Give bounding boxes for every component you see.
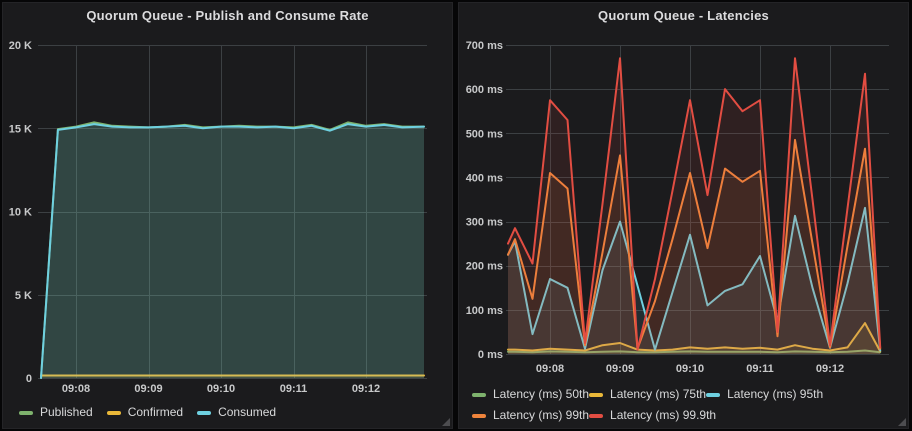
x-tick-label: 09:10: [676, 363, 704, 375]
legend-label: Latency (ms) 99th: [493, 405, 589, 426]
y-tick-label: 700 ms: [466, 40, 503, 52]
y-tick-label: 0 ms: [478, 349, 503, 361]
legend-swatch: [197, 411, 211, 415]
dashboard: Quorum Queue - Publish and Consume Rate …: [0, 0, 912, 431]
legend-swatch: [706, 393, 720, 397]
x-tick-label: 09:11: [280, 383, 308, 395]
legend-swatch: [589, 393, 603, 397]
legend-item-latency-ms-99th[interactable]: Latency (ms) 99th: [472, 405, 589, 426]
legend-swatch: [472, 414, 486, 418]
series-area: [41, 124, 424, 378]
legend-label: Published: [40, 402, 93, 423]
x-tick-label: 09:09: [606, 363, 634, 375]
y-tick-label: 0: [26, 373, 32, 385]
y-tick-label: 200 ms: [466, 261, 503, 273]
legend-label: Latency (ms) 99.9th: [610, 405, 716, 426]
y-tick-label: 300 ms: [466, 217, 503, 229]
legend: Published Confirmed Consumed: [19, 402, 439, 423]
y-tick-label: 20 K: [9, 40, 32, 52]
legend-item-published[interactable]: Published: [19, 402, 93, 423]
legend-item-latency-ms-50th[interactable]: Latency (ms) 50th: [472, 384, 589, 405]
latency-chart-canvas[interactable]: 0 ms 100 ms 200 ms 300 ms 400 ms 500 ms 600 ms…: [459, 3, 908, 428]
legend-item-latency-ms-99-9th[interactable]: Latency (ms) 99.9th: [589, 405, 716, 426]
legend-label: Latency (ms) 95th: [727, 384, 823, 405]
x-tick-label: 09:12: [352, 383, 380, 395]
y-tick-label: 5 K: [15, 290, 32, 302]
x-tick-label: 09:09: [134, 383, 162, 395]
x-tick-label: 09:12: [816, 363, 844, 375]
y-tick-label: 400 ms: [466, 172, 503, 184]
legend-item-consumed[interactable]: Consumed: [197, 402, 276, 423]
panel-publish-consume-rate: Quorum Queue - Publish and Consume Rate …: [2, 2, 453, 429]
y-tick-label: 100 ms: [466, 305, 503, 317]
legend-label: Consumed: [218, 402, 276, 423]
rate-chart-canvas[interactable]: 0 5 K 10 K 15 K 20 K 09:08 09:09 09:10 09:11 09:1…: [3, 3, 452, 428]
y-tick-label: 500 ms: [466, 128, 503, 140]
legend-label: Latency (ms) 50th: [493, 384, 589, 405]
y-tick-label: 10 K: [9, 207, 32, 219]
legend-item-latency-ms-75th[interactable]: Latency (ms) 75th: [589, 384, 706, 405]
x-tick-label: 09:08: [536, 363, 564, 375]
legend-swatch: [107, 411, 121, 415]
series-group: [508, 58, 880, 354]
legend-swatch: [472, 393, 486, 397]
series-area: [508, 58, 880, 354]
legend-item-confirmed[interactable]: Confirmed: [107, 402, 183, 423]
legend-label: Confirmed: [128, 402, 183, 423]
y-tick-label: 600 ms: [466, 84, 503, 96]
x-tick-label: 09:08: [62, 383, 90, 395]
y-tick-label: 15 K: [9, 123, 32, 135]
resize-handle-icon[interactable]: [898, 418, 906, 426]
legend-label: Latency (ms) 75th: [610, 384, 706, 405]
legend: Latency (ms) 50thLatency (ms) 75thLatenc…: [472, 384, 902, 426]
legend-swatch: [19, 411, 33, 415]
resize-handle-icon[interactable]: [442, 418, 450, 426]
legend-item-latency-ms-95th[interactable]: Latency (ms) 95th: [706, 384, 823, 405]
panel-latencies: Quorum Queue - Latencies 0 ms100 ms200 m…: [458, 2, 909, 429]
legend-swatch: [589, 414, 603, 418]
x-tick-label: 09:11: [746, 363, 774, 375]
x-tick-label: 09:10: [207, 383, 235, 395]
series-group: [41, 122, 424, 378]
